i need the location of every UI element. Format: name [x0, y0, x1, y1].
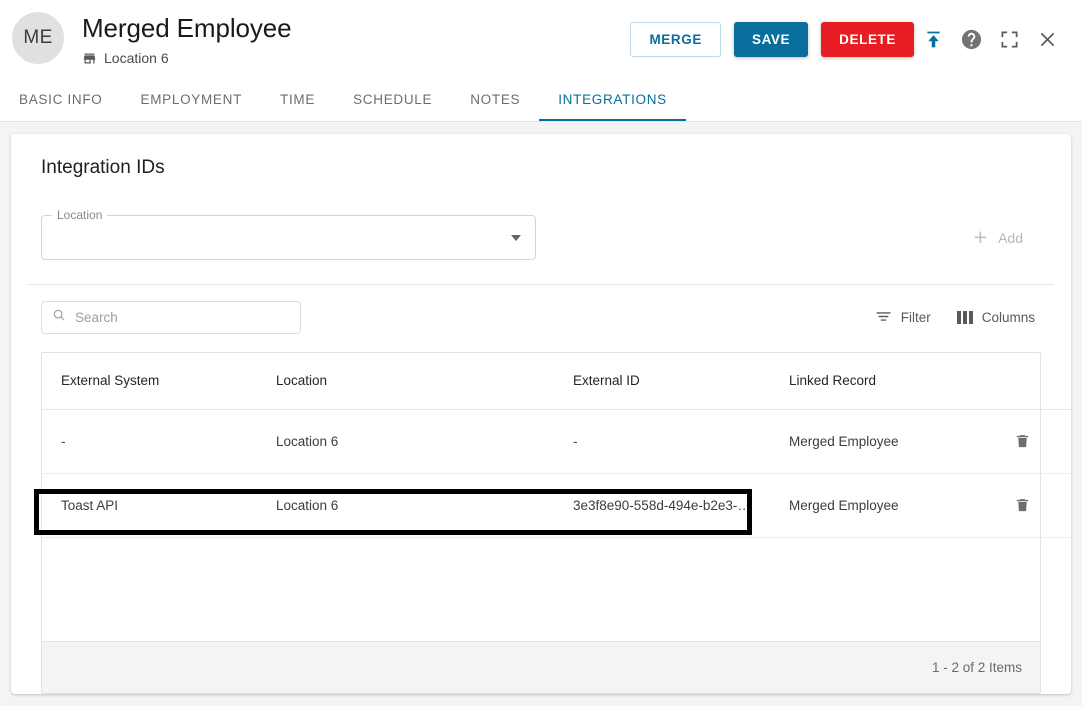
chevron-down-icon [511, 234, 521, 241]
table-body: - Location 6 - Merged Employee Toast API… [42, 409, 1071, 538]
subtitle-row: Location 6 [82, 50, 292, 66]
tab-time[interactable]: TIME [261, 78, 334, 121]
table-empty-space [42, 537, 1040, 641]
cell-linked-record: Merged Employee [770, 473, 1010, 538]
card-title: Integration IDs [41, 157, 165, 178]
integration-table: External System Location External ID Lin… [41, 352, 1071, 694]
plus-icon: + [973, 224, 988, 250]
trash-icon[interactable] [1010, 428, 1035, 455]
table-row[interactable]: - Location 6 - Merged Employee [42, 409, 1071, 474]
add-button[interactable]: + Add [974, 226, 1023, 249]
column-header-linked-record[interactable]: Linked Record [770, 353, 1010, 410]
toolbar-right: Filter Columns [875, 308, 1035, 328]
table-footer: 1 - 2 of 2 Items [42, 641, 1040, 693]
help-circle-icon[interactable] [952, 20, 990, 58]
app-header: ME Merged Employee Location 6 MERGE SAVE… [0, 0, 1082, 78]
trash-icon[interactable] [1010, 492, 1035, 519]
location-select[interactable]: Location [41, 208, 536, 260]
columns-button[interactable]: Columns [956, 310, 1035, 325]
title-block: Merged Employee Location 6 [82, 12, 292, 66]
avatar: ME [12, 12, 64, 64]
delete-button[interactable]: DELETE [821, 21, 914, 57]
cell-actions [1010, 473, 1071, 538]
column-header-actions [1010, 353, 1071, 410]
header-actions: MERGE SAVE DELETE [630, 20, 1066, 58]
tab-notes[interactable]: NOTES [451, 78, 539, 121]
column-header-external-system[interactable]: External System [42, 353, 257, 410]
filter-icon [875, 308, 892, 328]
tab-integrations[interactable]: INTEGRATIONS [539, 78, 686, 121]
column-header-external-id[interactable]: External ID [554, 353, 770, 410]
fullscreen-icon[interactable] [990, 20, 1028, 58]
filter-button[interactable]: Filter [875, 308, 931, 328]
table-toolbar: Filter Columns [28, 285, 1054, 334]
merge-button[interactable]: MERGE [630, 21, 721, 57]
search-input[interactable] [75, 310, 290, 325]
cell-actions [1010, 409, 1071, 474]
integration-ids-card: Integration IDs Location + Add Search Fi… [11, 134, 1071, 694]
search-box[interactable] [41, 301, 301, 334]
close-icon[interactable] [1028, 20, 1066, 58]
cell-external-system: - [42, 409, 257, 474]
cell-linked-record: Merged Employee [770, 409, 1010, 474]
location-select-legend: Location [52, 208, 108, 222]
tab-bar: BASIC INFO EMPLOYMENT TIME SCHEDULE NOTE… [0, 78, 1082, 122]
cell-external-system: Toast API [42, 473, 257, 538]
column-header-location[interactable]: Location [257, 353, 554, 410]
page-title: Merged Employee [82, 13, 292, 43]
page-body: Integration IDs Location + Add Search Fi… [0, 122, 1082, 706]
tab-basic-info[interactable]: BASIC INFO [0, 78, 122, 121]
tab-schedule[interactable]: SCHEDULE [334, 78, 451, 121]
table: External System Location External ID Lin… [42, 353, 1071, 538]
table-head: External System Location External ID Lin… [42, 353, 1071, 410]
cell-external-id: 3e3f8e90-558d-494e-b2e3-… [554, 473, 770, 538]
table-header-row: External System Location External ID Lin… [42, 353, 1071, 410]
table-row[interactable]: Toast API Location 6 3e3f8e90-558d-494e-… [42, 473, 1071, 538]
columns-icon [956, 311, 973, 324]
save-button[interactable]: SAVE [733, 21, 809, 57]
tab-employment[interactable]: EMPLOYMENT [122, 78, 262, 121]
pagination-summary: 1 - 2 of 2 Items [931, 660, 1022, 675]
filter-button-label: Filter [900, 310, 931, 325]
cell-location: Location 6 [257, 409, 554, 474]
search-icon [52, 308, 66, 327]
upload-icon[interactable] [914, 20, 952, 58]
location-label: Location 6 [104, 50, 169, 66]
store-icon [82, 51, 97, 66]
columns-button-label: Columns [981, 310, 1035, 325]
cell-location: Location 6 [257, 473, 554, 538]
cell-external-id: - [554, 409, 770, 474]
filter-row: Location + Add [28, 208, 1054, 260]
add-button-label: Add [998, 229, 1023, 246]
